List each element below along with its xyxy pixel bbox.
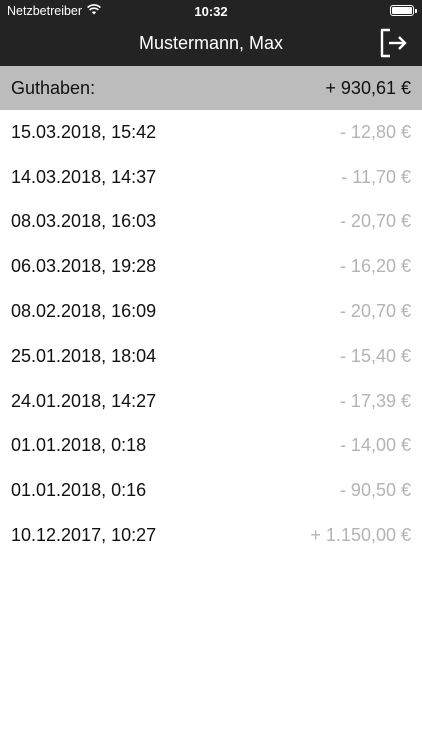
logout-button[interactable] — [376, 26, 410, 60]
transaction-date: 08.03.2018, 16:03 — [11, 211, 157, 232]
transaction-date: 06.03.2018, 19:28 — [11, 256, 157, 277]
transaction-amount: - 11,70 € — [341, 166, 411, 187]
transaction-amount: - 17,39 € — [339, 390, 411, 411]
transaction-date: 08.02.2018, 16:09 — [11, 301, 157, 322]
balance-value: + 930,61 € — [325, 77, 411, 98]
transaction-date: 01.01.2018, 0:18 — [11, 435, 147, 456]
page-title: Mustermann, Max — [138, 33, 284, 53]
transaction-date: 01.01.2018, 0:16 — [11, 480, 147, 501]
transaction-amount: - 15,40 € — [339, 345, 411, 366]
app-header: Netzbetreiber 10:32 Mustermann, Max — [0, 0, 422, 66]
transaction-date: 24.01.2018, 14:27 — [11, 390, 157, 411]
transaction-row[interactable]: 14.03.2018, 14:37 - 11,70 € — [0, 155, 422, 200]
transaction-amount: - 14,00 € — [339, 435, 411, 456]
logout-icon — [380, 28, 407, 58]
balance-bar: Guthaben: + 930,61 € — [0, 66, 422, 110]
transaction-amount: - 20,70 € — [339, 301, 411, 322]
transaction-row[interactable]: 01.01.2018, 0:16 - 90,50 € — [0, 468, 422, 513]
transaction-row[interactable]: 01.01.2018, 0:18 - 14,00 € — [0, 424, 422, 469]
transaction-row[interactable]: 15.03.2018, 15:42 - 12,80 € — [0, 110, 422, 155]
transaction-row[interactable]: 25.01.2018, 18:04 - 15,40 € — [0, 334, 422, 379]
transaction-date: 25.01.2018, 18:04 — [11, 345, 157, 366]
transaction-amount: + 1.150,00 € — [310, 525, 411, 546]
transaction-amount: - 20,70 € — [339, 211, 411, 232]
transaction-list: 15.03.2018, 15:42 - 12,80 € 14.03.2018, … — [0, 110, 422, 558]
transaction-date: 10.12.2017, 10:27 — [11, 525, 157, 546]
transaction-row[interactable]: 10.12.2017, 10:27 + 1.150,00 € — [0, 513, 422, 558]
status-bar: Netzbetreiber 10:32 — [0, 0, 422, 22]
transaction-amount: - 16,20 € — [339, 256, 411, 277]
transaction-date: 15.03.2018, 15:42 — [11, 121, 157, 142]
transaction-row[interactable]: 08.02.2018, 16:09 - 20,70 € — [0, 289, 422, 334]
transaction-row[interactable]: 24.01.2018, 14:27 - 17,39 € — [0, 379, 422, 424]
transaction-amount: - 12,80 € — [339, 121, 411, 142]
transaction-amount: - 90,50 € — [339, 480, 411, 501]
transaction-row[interactable]: 06.03.2018, 19:28 - 16,20 € — [0, 244, 422, 289]
transaction-date: 14.03.2018, 14:37 — [11, 166, 157, 187]
transaction-row[interactable]: 08.03.2018, 16:03 - 20,70 € — [0, 200, 422, 245]
status-time: 10:32 — [194, 4, 228, 19]
balance-label: Guthaben: — [11, 77, 96, 98]
battery-icon — [390, 5, 417, 16]
